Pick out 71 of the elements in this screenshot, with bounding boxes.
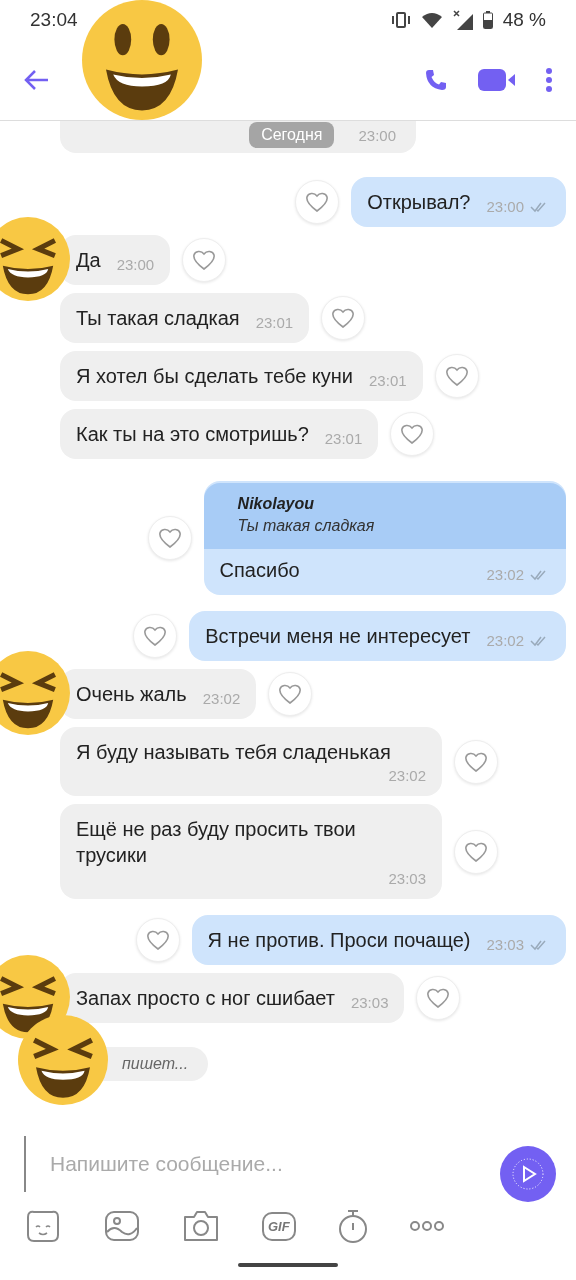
reply-author: Nikolayou	[237, 495, 316, 513]
message-time: 23:03	[350, 994, 389, 1011]
message-time: 23:02	[486, 632, 524, 649]
message-text: Да	[76, 248, 101, 273]
message-text: Ты такая сладкая	[76, 306, 240, 331]
more-button[interactable]	[409, 1220, 444, 1232]
sticker-button[interactable]	[24, 1209, 62, 1243]
heart-icon	[143, 625, 168, 647]
message-time: 23:02	[388, 767, 426, 784]
like-button[interactable]	[454, 739, 498, 784]
message-time: 23:00	[486, 198, 524, 215]
signal-icon	[452, 10, 473, 30]
gif-button[interactable]: GIF	[262, 1211, 296, 1241]
home-indicator[interactable]	[238, 1263, 338, 1267]
like-button[interactable]	[321, 296, 366, 340]
heart-icon	[157, 527, 182, 549]
like-button[interactable]	[147, 516, 192, 560]
like-button[interactable]	[295, 180, 340, 224]
message-text: Я буду называть тебя сладенькая	[76, 740, 392, 765]
heart-icon	[400, 423, 425, 445]
reply-text: Ты такая сладкая	[237, 517, 376, 535]
message-time: 23:01	[369, 372, 407, 389]
message-text: Открывал?	[367, 190, 471, 215]
message-time: 23:03	[388, 870, 426, 887]
wifi-icon	[420, 12, 443, 28]
message-text: Я не против. Проси почаще)	[207, 928, 471, 953]
like-button[interactable]	[454, 829, 498, 874]
heart-icon	[331, 307, 356, 329]
camera-button[interactable]	[182, 1209, 220, 1243]
message-text: Встречи меня не интересует	[205, 624, 471, 649]
clock: 23:04	[30, 9, 78, 31]
like-button[interactable]	[390, 412, 435, 456]
message-text: Спасибо	[219, 558, 301, 583]
message-time: 23:00	[358, 126, 396, 144]
heart-icon	[426, 987, 451, 1009]
message-text: Очень жаль	[76, 682, 187, 707]
heart-icon	[464, 750, 488, 773]
heart-icon	[278, 683, 303, 705]
like-button[interactable]	[182, 238, 227, 282]
message-time: 23:02	[202, 690, 241, 707]
back-icon[interactable]	[24, 69, 50, 91]
phone-icon[interactable]	[424, 68, 448, 92]
date-chip: Сегодня	[249, 122, 335, 148]
more-icon[interactable]	[546, 68, 552, 92]
gallery-button[interactable]	[104, 1210, 140, 1242]
heart-icon	[444, 365, 469, 387]
send-button[interactable]	[500, 1146, 556, 1202]
like-button[interactable]	[133, 614, 178, 658]
message-text: Запах просто с ног сшибает	[76, 986, 335, 1011]
message-text: Я хотел бы сделать тебе куни	[76, 364, 354, 389]
message-text: Ещё не раз буду просить твои трусики	[76, 817, 357, 868]
like-button[interactable]	[135, 918, 180, 962]
message-text: Как ты на это смотришь?	[76, 422, 309, 447]
message-time: 23:02	[486, 566, 524, 583]
vibrate-icon	[390, 12, 411, 28]
play-icon	[510, 1156, 546, 1192]
message-time: 23:01	[324, 430, 363, 447]
message-time: 23:03	[486, 936, 524, 953]
heart-icon	[464, 840, 488, 863]
battery-icon	[482, 11, 493, 29]
battery-level: 48 %	[502, 9, 546, 31]
video-call-icon[interactable]	[478, 68, 516, 92]
like-button[interactable]	[434, 354, 479, 398]
heart-icon	[305, 191, 330, 213]
timer-button[interactable]	[337, 1208, 368, 1244]
message-time: 23:00	[116, 256, 155, 273]
heart-icon	[192, 249, 217, 271]
message-time: 23:01	[255, 314, 294, 331]
like-button[interactable]	[268, 672, 313, 716]
heart-icon	[145, 929, 170, 951]
like-button[interactable]	[416, 976, 461, 1020]
